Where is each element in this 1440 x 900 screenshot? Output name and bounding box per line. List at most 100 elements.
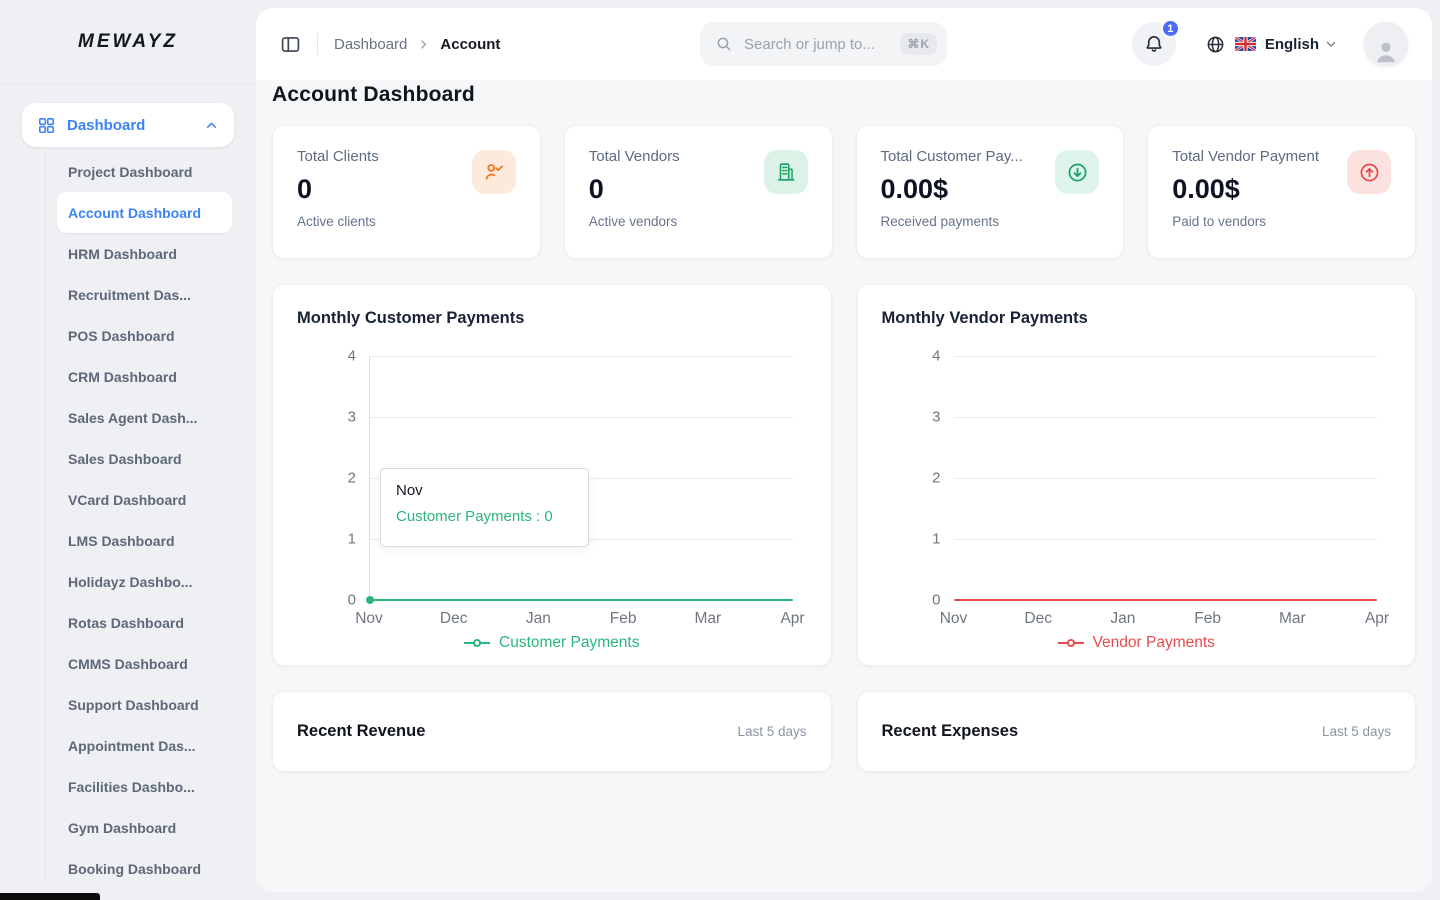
customer-payments-series-line [369,599,793,601]
page-title: Account Dashboard [272,83,1416,107]
sidebar-submenu: Project Dashboard Account Dashboard HRM … [0,151,256,889]
chart-card-customer-payments: Monthly Customer Payments 4 3 2 1 0 Nov … [272,284,832,666]
vendor-payments-series-line [954,599,1378,601]
x-tick: Feb [610,610,637,628]
x-tick: Dec [440,610,468,628]
legend-label: Vendor Payments [1093,634,1215,652]
avatar[interactable] [1364,22,1408,66]
y-tick: 4 [932,348,940,365]
sidebar-item-sales-agent-dashboard[interactable]: Sales Agent Dash... [57,397,232,438]
sidebar-item-recruitment-dashboard[interactable]: Recruitment Das... [57,274,232,315]
tooltip-value: Customer Payments : 0 [396,508,573,525]
sidebar-item-lms-dashboard[interactable]: LMS Dashboard [57,520,232,561]
x-tick: Nov [940,610,968,628]
stat-card-total-clients: Total Clients 0 Active clients [272,125,541,259]
chart-card-vendor-payments: Monthly Vendor Payments 4 3 2 1 0 Nov De… [857,284,1417,666]
horizontal-scrollbar-thumb[interactable] [0,893,100,900]
y-gridline [954,478,1378,479]
sidebar-item-hrm-dashboard[interactable]: HRM Dashboard [57,233,232,274]
content-area: Account Dashboard Total Clients 0 Active… [256,80,1432,892]
sidebar-item-sales-dashboard[interactable]: Sales Dashboard [57,438,232,479]
vendor-payments-plot: 4 3 2 1 0 Nov Dec Jan Feb Mar Apr [954,356,1378,600]
x-tick: Jan [526,610,551,628]
sidebar-item-vcard-dashboard[interactable]: VCard Dashboard [57,479,232,520]
x-tick: Mar [1279,610,1306,628]
y-gridline [954,417,1378,418]
chart-title: Monthly Customer Payments [297,309,807,328]
sidebar-item-holidayz-dashboard[interactable]: Holidayz Dashbo... [57,561,232,602]
y-gridline [954,539,1378,540]
y-gridline [954,356,1378,357]
bottom-panels-row: Recent Revenue Last 5 days Recent Expens… [272,691,1416,772]
language-selector[interactable]: English [1265,36,1319,53]
search-input[interactable]: Search or jump to... ⌘K [700,22,947,66]
panel-title: Recent Expenses [882,722,1019,741]
line-legend-marker-icon [1058,638,1084,648]
arrow-up-circle-icon [1347,150,1391,194]
panel-range: Last 5 days [1322,724,1391,739]
sidebar-item-account-dashboard[interactable]: Account Dashboard [57,192,232,233]
breadcrumb-current: Account [440,36,500,53]
sidebar-item-project-dashboard[interactable]: Project Dashboard [57,151,232,192]
stat-subtitle: Received payments [881,214,1100,229]
user-check-icon [472,150,516,194]
y-tick: 4 [348,348,356,365]
sidebar-item-booking-dashboard[interactable]: Booking Dashboard [57,848,232,889]
y-gridline [369,417,793,418]
chevron-up-icon [204,118,219,133]
bell-icon [1143,33,1165,55]
sidebar-item-gym-dashboard[interactable]: Gym Dashboard [57,807,232,848]
grid-icon [37,116,56,135]
sidebar-item-pos-dashboard[interactable]: POS Dashboard [57,315,232,356]
x-tick: Feb [1194,610,1221,628]
divider [317,33,318,55]
main-panel: Dashboard Account Search or jump to... ⌘… [256,8,1432,892]
sidebar-group-dashboard[interactable]: Dashboard [22,103,234,147]
legend-customer-payments[interactable]: Customer Payments [297,634,807,652]
y-tick: 3 [932,409,940,426]
customer-payments-plot: 4 3 2 1 0 Nov Dec Jan Feb Mar Apr Nov [369,356,793,600]
recent-expenses-panel: Recent Expenses Last 5 days [857,691,1417,772]
sidebar-item-rotas-dashboard[interactable]: Rotas Dashboard [57,602,232,643]
sidebar-toggle-button[interactable] [280,34,301,55]
stat-card-total-customer-payment: Total Customer Pay... 0.00$ Received pay… [856,125,1125,259]
topbar-actions: 1 English [1132,22,1408,66]
breadcrumb-root[interactable]: Dashboard [334,36,407,53]
y-gridline [369,356,793,357]
sidebar-item-cmms-dashboard[interactable]: CMMS Dashboard [57,643,232,684]
x-tick: Dec [1024,610,1052,628]
x-tick: Jan [1110,610,1135,628]
notification-count-badge: 1 [1161,19,1180,38]
x-tick: Apr [780,610,804,628]
legend-label: Customer Payments [499,634,639,652]
x-tick: Apr [1365,610,1389,628]
chart-tooltip: Nov Customer Payments : 0 [380,468,589,547]
chart-title: Monthly Vendor Payments [882,309,1392,328]
breadcrumb: Dashboard Account [334,36,500,53]
y-tick: 1 [348,531,356,548]
sidebar-item-appointment-dashboard[interactable]: Appointment Das... [57,725,232,766]
app-logo: MEWAYZ [0,0,256,84]
panel-title: Recent Revenue [297,722,425,741]
globe-icon[interactable] [1205,34,1226,55]
sidebar-group-label: Dashboard [67,117,193,134]
y-tick: 3 [348,409,356,426]
hover-axis-pointer [369,356,370,600]
y-tick: 2 [348,470,356,487]
line-legend-marker-icon [464,638,490,648]
legend-vendor-payments[interactable]: Vendor Payments [882,634,1392,652]
sidebar-item-facilities-dashboard[interactable]: Facilities Dashbo... [57,766,232,807]
stat-subtitle: Active vendors [589,214,808,229]
y-tick: 0 [932,592,940,609]
uk-flag-icon[interactable] [1235,37,1256,51]
search-shortcut-badge: ⌘K [900,33,937,55]
x-tick: Mar [694,610,721,628]
hovered-data-point[interactable] [366,596,374,604]
sidebar-item-crm-dashboard[interactable]: CRM Dashboard [57,356,232,397]
stat-subtitle: Active clients [297,214,516,229]
notifications-button[interactable]: 1 [1132,22,1176,66]
chevron-down-icon[interactable] [1324,37,1338,51]
search-placeholder: Search or jump to... [744,36,890,53]
panel-range: Last 5 days [737,724,806,739]
sidebar-item-support-dashboard[interactable]: Support Dashboard [57,684,232,725]
